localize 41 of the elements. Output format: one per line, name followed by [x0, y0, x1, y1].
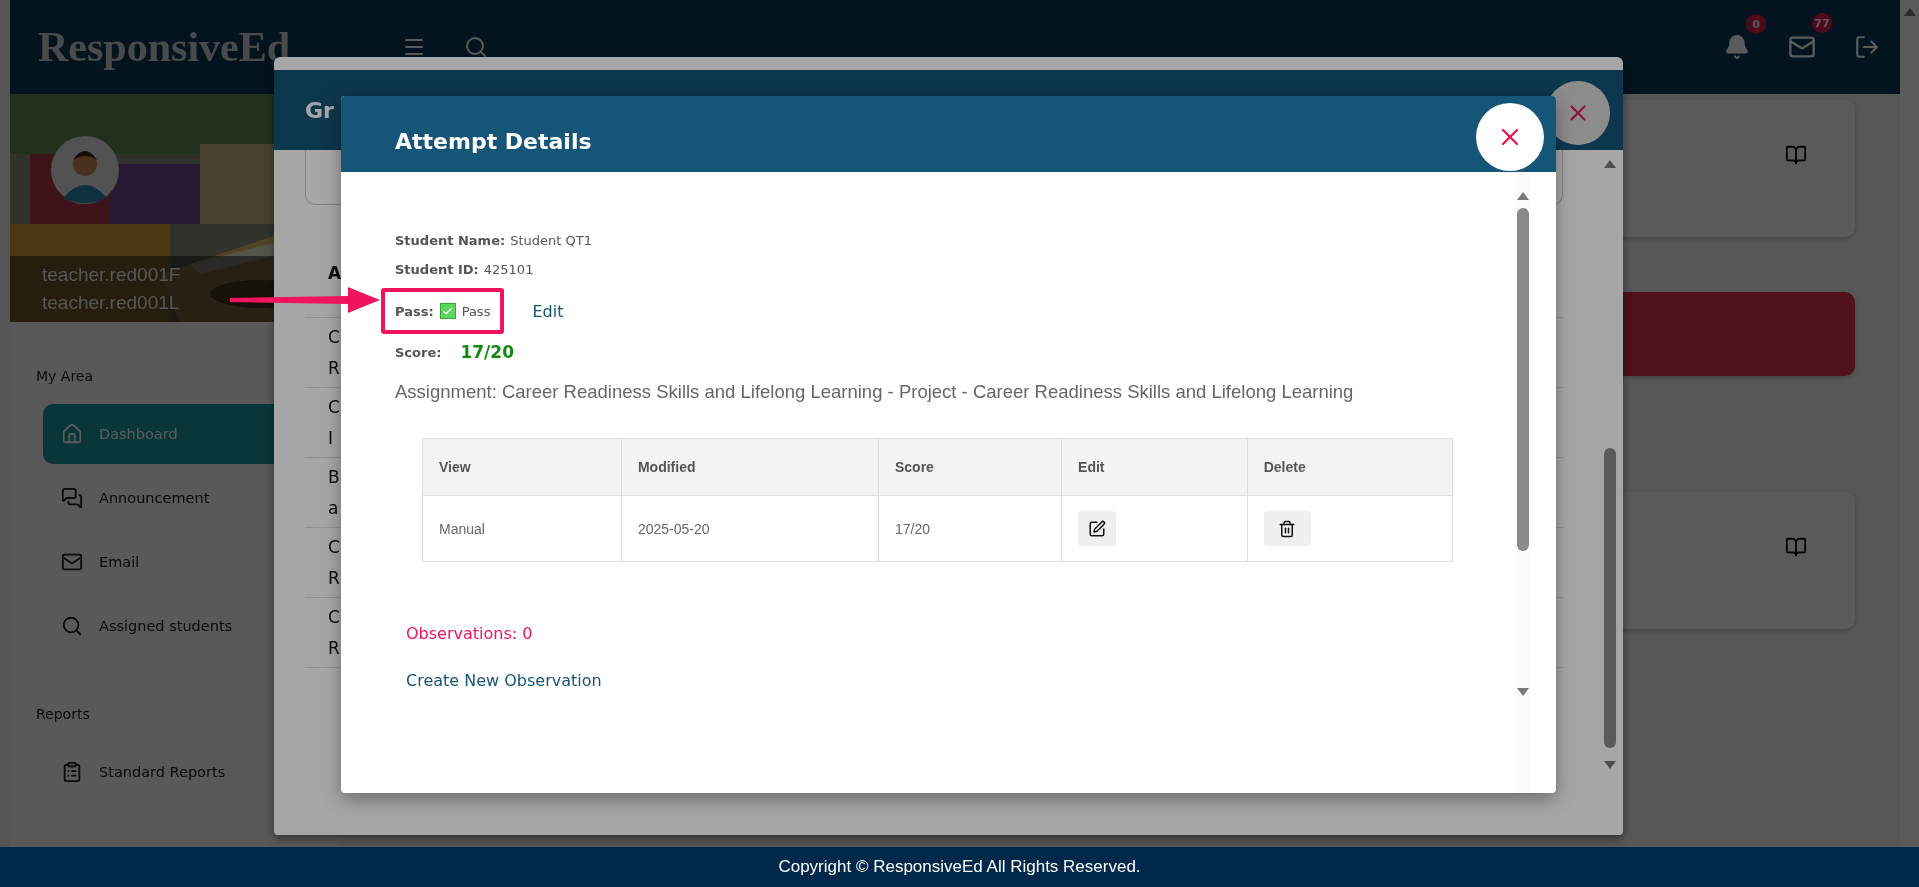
- table-cell: 2025-05-20: [621, 495, 879, 562]
- field-label: Student ID:: [395, 262, 479, 277]
- field-label: Student Name:: [395, 233, 506, 248]
- copyright-text: Copyright © ResponsiveEd All Rights Reserved.: [778, 857, 1141, 877]
- table-cell-text: C: [328, 325, 340, 349]
- table-cell-text: C: [328, 605, 340, 629]
- table-cell-text: R: [328, 566, 340, 590]
- column-header: A: [328, 263, 342, 283]
- table-cell: Manual: [422, 495, 622, 562]
- message-count: 77: [1812, 13, 1832, 33]
- student-id: 425101: [483, 262, 534, 277]
- table-cell-text: R: [328, 636, 340, 660]
- user-first-name: teacher.red001F: [42, 263, 181, 287]
- observations-count: Observations: 0: [406, 624, 533, 643]
- modal-title: Attempt Details: [395, 128, 592, 154]
- table-cell-text: R: [328, 356, 340, 380]
- field-label: Score:: [395, 344, 442, 360]
- logo[interactable]: ResponsiveEd: [38, 23, 291, 71]
- score-value: 17/20: [460, 342, 514, 362]
- section-title: Reports: [36, 706, 91, 722]
- user-last-name: teacher.red001L: [42, 291, 180, 315]
- student-name: Student QT1: [510, 233, 592, 248]
- table-cell: 17/20: [878, 495, 1062, 562]
- table-cell-text: I: [328, 426, 333, 450]
- notification-count: 0: [1746, 14, 1766, 34]
- table-cell-text: C: [328, 535, 340, 559]
- column-header: View: [422, 438, 622, 496]
- column-header: Edit: [1061, 438, 1248, 496]
- edit-link[interactable]: Edit: [532, 301, 564, 321]
- section-title: My Area: [36, 368, 95, 384]
- assignment-title: Assignment: Career Readiness Skills and Lifelong Learning - Project - Career Readiness Skills and Lifelong Learning: [395, 380, 1355, 404]
- table-cell-text: B: [328, 465, 340, 489]
- column-header: Score: [878, 438, 1062, 496]
- create-observation-link[interactable]: Create New Observation: [406, 671, 602, 690]
- pass-status: Pass: [461, 303, 491, 319]
- column-header: Modified: [621, 438, 879, 496]
- field-label: Pass:: [395, 303, 434, 319]
- column-header: Delete: [1247, 438, 1453, 496]
- table-cell-text: a: [328, 496, 339, 520]
- sidebar-item[interactable]: Standard Reports: [43, 742, 340, 802]
- modal-title: Gr: [305, 97, 334, 123]
